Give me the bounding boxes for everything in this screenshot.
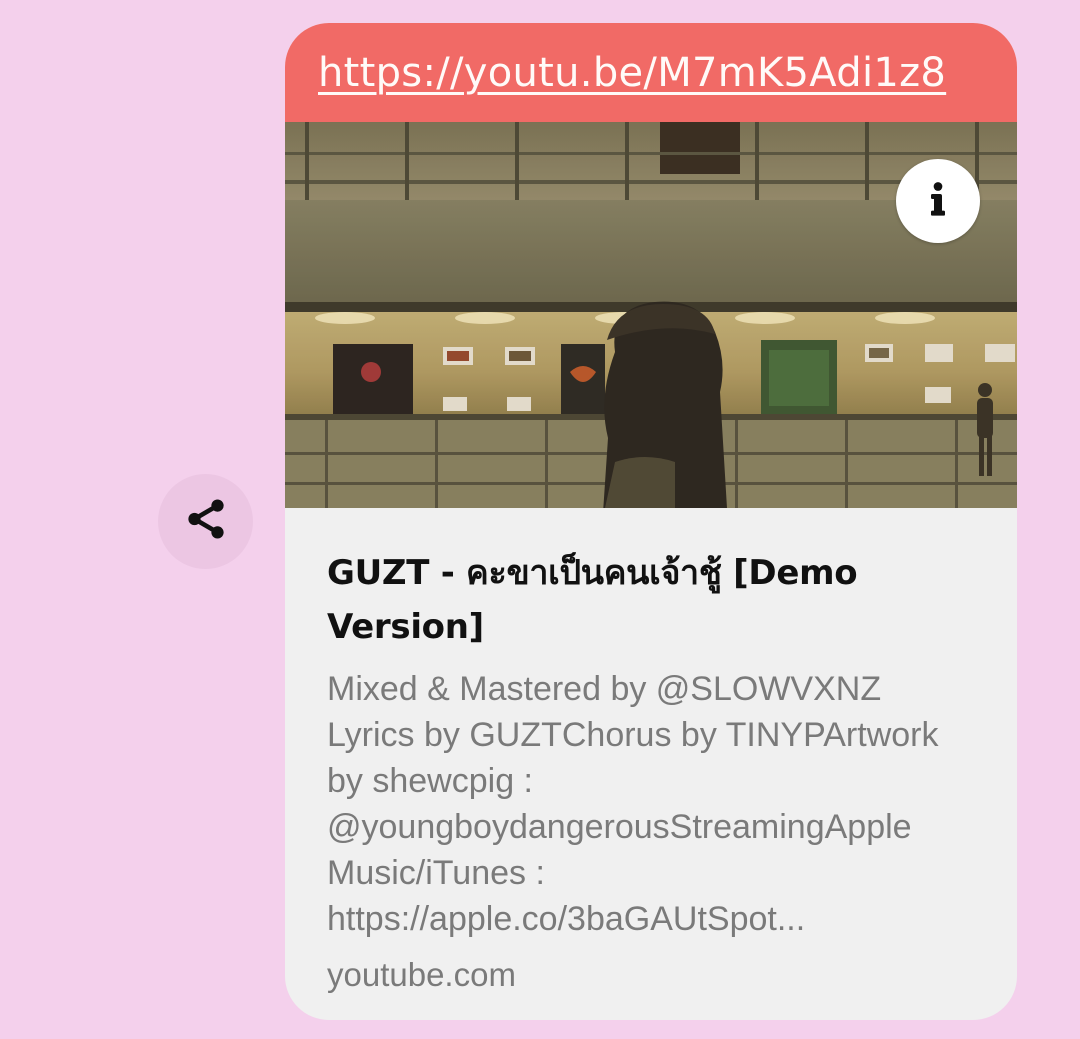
video-thumbnail[interactable] — [285, 122, 1017, 508]
video-description: Mixed & Mastered by @SLOWVXNZ Lyrics by … — [327, 670, 939, 938]
link-preview-card[interactable]: https://youtu.be/M7mK5Adi1z8 GUZT - คะขา… — [285, 23, 1017, 1020]
info-button[interactable] — [896, 159, 980, 243]
link-header: https://youtu.be/M7mK5Adi1z8 — [285, 23, 1017, 122]
link-url[interactable]: https://youtu.be/M7mK5Adi1z8 — [318, 50, 946, 96]
info-icon — [918, 179, 958, 224]
share-icon — [183, 496, 229, 547]
video-title: GUZT - คะขาเป็นคนเจ้าชู้ [Demo Version] — [327, 553, 858, 647]
link-details: GUZT - คะขาเป็นคนเจ้าชู้ [Demo Version] … — [285, 508, 1017, 998]
link-domain: youtube.com — [327, 956, 516, 993]
share-button[interactable] — [158, 474, 253, 569]
